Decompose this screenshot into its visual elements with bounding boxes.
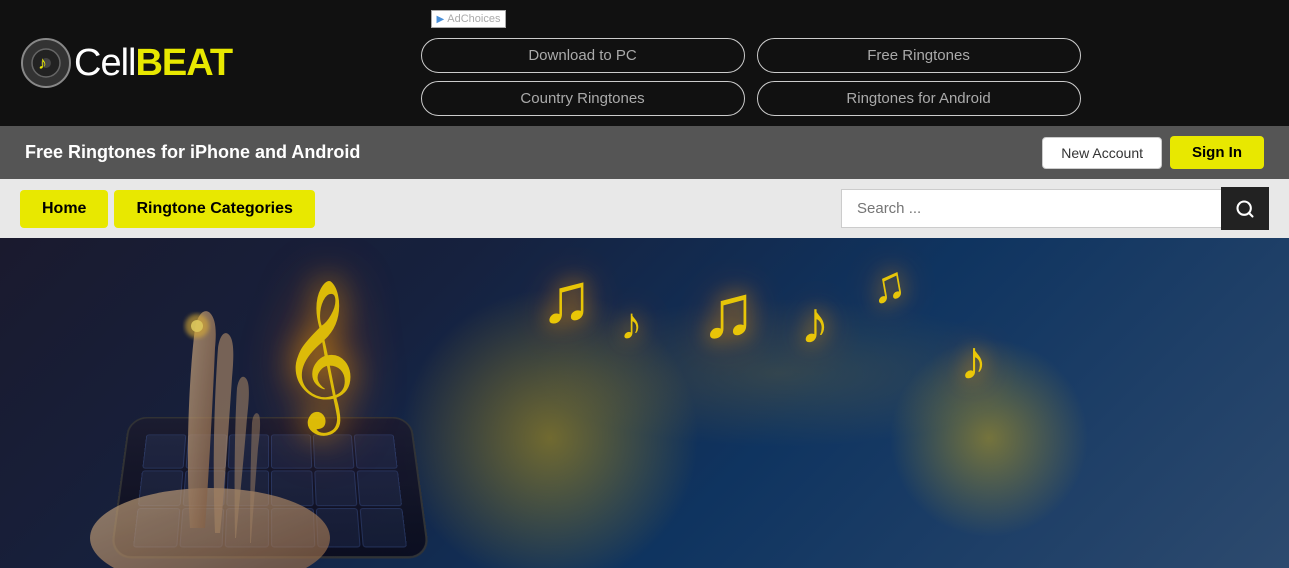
- nav-links-area: ▶ AdChoices Download to PC Free Ringtone…: [401, 10, 1101, 116]
- ringtones-for-android-button[interactable]: Ringtones for Android: [757, 81, 1081, 116]
- svg-text:♪: ♪: [38, 53, 47, 73]
- treble-clef-icon: 𝄞: [280, 278, 357, 431]
- search-area: [841, 187, 1269, 230]
- search-button[interactable]: [1221, 187, 1269, 230]
- nav-left: Home Ringtone Categories: [20, 190, 315, 228]
- home-button[interactable]: Home: [20, 190, 108, 228]
- search-input[interactable]: [841, 189, 1221, 228]
- sign-in-button[interactable]: Sign In: [1170, 136, 1264, 169]
- logo-icon: ♪: [20, 37, 72, 89]
- nav-row-2: Country Ringtones Ringtones for Android: [421, 81, 1081, 116]
- gray-bar: Free Ringtones for iPhone and Android Ne…: [0, 126, 1289, 179]
- download-to-pc-button[interactable]: Download to PC: [421, 38, 745, 73]
- ad-choices-label: AdChoices: [447, 13, 500, 25]
- nav-bar: Home Ringtone Categories: [0, 179, 1289, 238]
- new-account-button[interactable]: New Account: [1042, 137, 1162, 169]
- logo[interactable]: ♪ CellBEAT: [20, 37, 232, 89]
- free-ringtones-button[interactable]: Free Ringtones: [757, 38, 1081, 73]
- ringtone-categories-button[interactable]: Ringtone Categories: [114, 190, 314, 228]
- notes-glow: [530, 298, 1030, 448]
- ad-triangle-icon: ▶: [437, 14, 445, 25]
- logo-text: CellBEAT: [74, 42, 232, 85]
- site-tagline: Free Ringtones for iPhone and Android: [25, 142, 360, 163]
- top-bar: ♪ CellBEAT ▶ AdChoices Download to PC Fr…: [0, 0, 1289, 126]
- hero-section: 𝄞 ♫ ♪ ♫ ♪ ♫ ♪: [0, 238, 1289, 568]
- nav-row-1: Download to PC Free Ringtones: [421, 38, 1081, 73]
- auth-buttons: New Account Sign In: [1042, 136, 1264, 169]
- ad-choices[interactable]: ▶ AdChoices: [431, 10, 507, 28]
- country-ringtones-button[interactable]: Country Ringtones: [421, 81, 745, 116]
- search-icon: [1235, 199, 1255, 219]
